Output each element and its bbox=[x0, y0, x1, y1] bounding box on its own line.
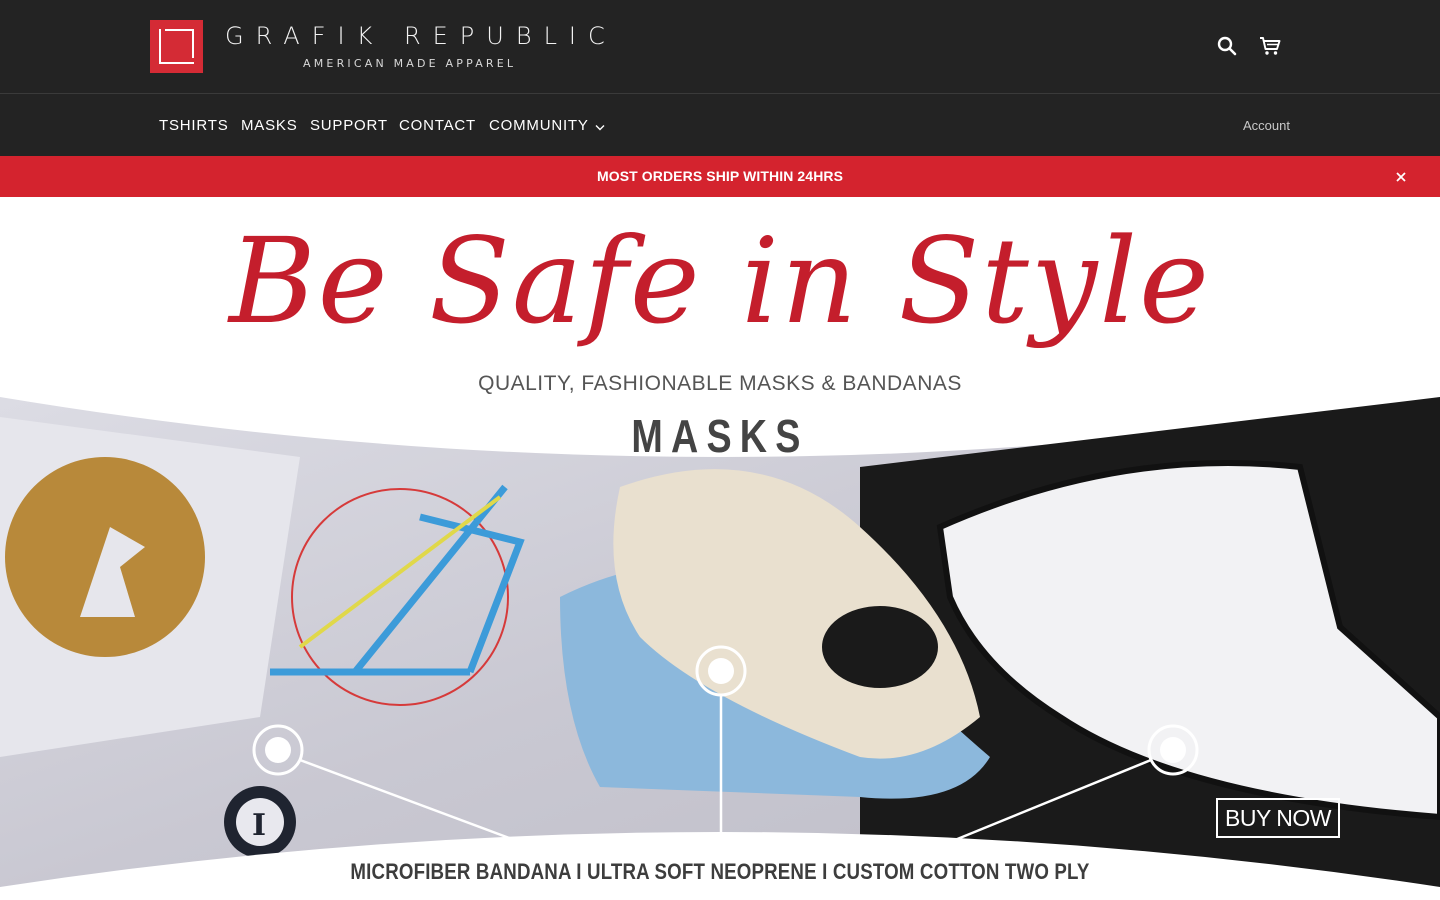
svg-text:I: I bbox=[252, 808, 266, 843]
brand-logo[interactable]: GRAFIK REPUBLIC AMERICAN MADE APPAREL bbox=[150, 20, 617, 73]
nav-item-community-label: COMMUNITY bbox=[489, 117, 589, 134]
cart-icon[interactable] bbox=[1257, 33, 1283, 59]
hero-script-title: Be Safe in Style bbox=[229, 212, 1211, 350]
announcement-bar: MOST ORDERS SHIP WITHIN 24HRS bbox=[0, 156, 1440, 197]
main-nav: TSHIRTS MASKS SUPPORT CONTACT COMMUNITY … bbox=[0, 95, 1440, 156]
hero-banner[interactable]: I Be Safe in Style QUALITY, FASHIONABLE … bbox=[0, 197, 1440, 900]
chevron-down-icon bbox=[595, 118, 605, 135]
logo-mark-icon bbox=[150, 20, 203, 73]
search-icon[interactable] bbox=[1214, 33, 1240, 59]
nav-item-contact[interactable]: CONTACT bbox=[399, 117, 476, 134]
site-header: GRAFIK REPUBLIC AMERICAN MADE APPAREL TS… bbox=[0, 0, 1440, 156]
nav-item-community[interactable]: COMMUNITY bbox=[489, 117, 605, 135]
announcement-text: MOST ORDERS SHIP WITHIN 24HRS bbox=[596, 168, 844, 184]
nav-item-tshirts[interactable]: TSHIRTS bbox=[159, 117, 229, 134]
buy-now-button[interactable]: BUY NOW bbox=[1216, 798, 1340, 838]
logo-text: GRAFIK REPUBLIC AMERICAN MADE APPAREL bbox=[225, 24, 617, 70]
hero-caption: MICROFIBER BANDANA I ULTRA SOFT NEOPRENE… bbox=[350, 859, 1090, 884]
header-top-bar: GRAFIK REPUBLIC AMERICAN MADE APPAREL bbox=[0, 0, 1440, 94]
close-icon[interactable] bbox=[1392, 168, 1410, 186]
brand-title: GRAFIK REPUBLIC bbox=[225, 21, 617, 50]
hero-tagline: QUALITY, FASHIONABLE MASKS & BANDANAS bbox=[478, 372, 962, 395]
brand-subtitle: AMERICAN MADE APPAREL bbox=[303, 56, 517, 70]
account-link[interactable]: Account bbox=[1243, 118, 1290, 133]
nav-item-masks[interactable]: MASKS bbox=[241, 117, 298, 134]
nav-item-support[interactable]: SUPPORT bbox=[310, 117, 388, 134]
hero-heading: MASKS bbox=[631, 410, 809, 462]
